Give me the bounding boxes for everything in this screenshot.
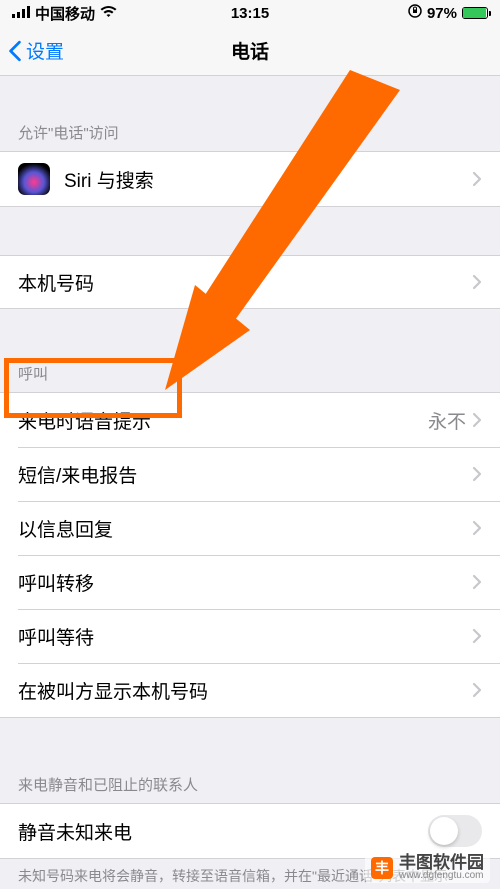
row-silence-unknown-label: 静音未知来电 — [18, 818, 428, 845]
watermark-url: www.dgfengtu.com — [399, 871, 484, 881]
section-header-silence: 来电静音和已阻止的联系人 — [0, 758, 500, 803]
row-respond-text[interactable]: 以信息回复 — [0, 501, 500, 555]
row-call-waiting[interactable]: 呼叫等待 — [0, 609, 500, 663]
section-header-calls: 呼叫 — [0, 347, 500, 392]
clock: 13:15 — [231, 5, 269, 22]
status-bar: 中国移动 13:15 97% — [0, 0, 500, 26]
chevron-right-icon — [472, 574, 482, 590]
orientation-lock-icon — [408, 4, 422, 22]
row-silence-unknown[interactable]: 静音未知来电 — [0, 804, 500, 858]
silence-unknown-toggle[interactable] — [428, 815, 482, 847]
row-announce-calls[interactable]: 来电时语音提示 永不 — [0, 393, 500, 447]
wifi-icon — [100, 5, 117, 22]
row-sms-report-label: 短信/来电报告 — [18, 461, 472, 488]
signal-icon — [12, 5, 30, 22]
chevron-right-icon — [472, 682, 482, 698]
row-respond-text-label: 以信息回复 — [18, 515, 472, 542]
chevron-right-icon — [472, 628, 482, 644]
section-header-access: 允许"电话"访问 — [0, 106, 500, 151]
row-call-forwarding-label: 呼叫转移 — [18, 569, 472, 596]
page-title: 电话 — [231, 37, 269, 64]
chevron-right-icon — [472, 466, 482, 482]
watermark-logo-icon: 丰 — [371, 857, 393, 879]
chevron-left-icon — [8, 40, 22, 62]
row-siri-label: Siri 与搜索 — [64, 166, 472, 193]
row-siri-search[interactable]: Siri 与搜索 — [0, 152, 500, 206]
watermark-name: 丰图软件园 — [399, 854, 484, 871]
chevron-right-icon — [472, 274, 482, 290]
nav-bar: 设置 电话 — [0, 26, 500, 76]
chevron-right-icon — [472, 171, 482, 187]
row-call-waiting-label: 呼叫等待 — [18, 623, 472, 650]
chevron-right-icon — [472, 520, 482, 536]
chevron-right-icon — [472, 412, 482, 428]
watermark: 丰 丰图软件园 www.dgfengtu.com — [365, 852, 490, 883]
row-call-forwarding[interactable]: 呼叫转移 — [0, 555, 500, 609]
carrier-label: 中国移动 — [35, 3, 95, 24]
row-show-caller-id-label: 在被叫方显示本机号码 — [18, 677, 472, 704]
row-announce-value: 永不 — [428, 407, 466, 434]
battery-icon — [462, 7, 488, 19]
row-my-number[interactable]: 本机号码 — [0, 255, 500, 309]
row-announce-label: 来电时语音提示 — [18, 407, 428, 434]
row-my-number-label: 本机号码 — [18, 269, 472, 296]
back-label: 设置 — [26, 37, 64, 64]
row-sms-report[interactable]: 短信/来电报告 — [0, 447, 500, 501]
battery-percent: 97% — [427, 5, 457, 22]
row-show-caller-id[interactable]: 在被叫方显示本机号码 — [0, 663, 500, 717]
back-button[interactable]: 设置 — [8, 37, 64, 64]
siri-icon — [18, 163, 50, 195]
